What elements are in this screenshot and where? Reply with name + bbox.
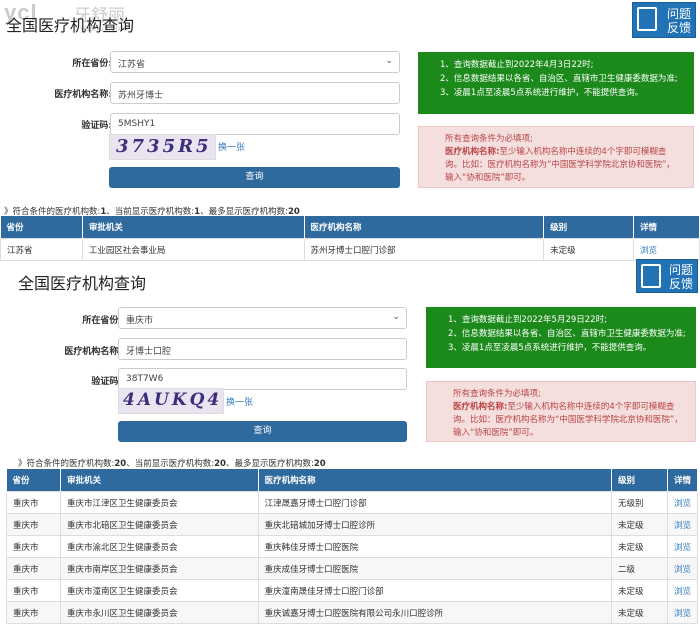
col-province: 省份 (0, 216, 83, 239)
province-select-2[interactable]: 重庆市 ⌄ (118, 307, 407, 329)
notice-pink-2: 所有查询条件为必填项; 医疗机构名称:至少输入机构名称中连续的4个字即可模糊查询… (426, 381, 696, 442)
cell-org-name: 江津晟嘉牙博士口腔门诊部 (257, 491, 613, 514)
table-row: 重庆市 重庆市北碚区卫生健康委员会 重庆北碚城加牙博士口腔诊所 未定级 浏览 (6, 513, 699, 536)
name-label: 医疗机构名称: (54, 90, 112, 100)
table-row: 重庆市 重庆市渝北区卫生健康委员会 重庆韩佳牙博士口腔医院 未定级 浏览 (6, 535, 699, 558)
cell-authority: 工业园区社会事业局 (81, 238, 305, 261)
col-detail: 详情 (633, 216, 700, 239)
captcha-input[interactable]: 5MSHY1 (110, 113, 400, 135)
feedback-label: 问题 反馈 (666, 7, 691, 35)
browse-link[interactable]: 浏览 (666, 535, 699, 558)
query-button-2[interactable]: 查询 (118, 421, 407, 442)
cell-province: 重庆市 (6, 513, 61, 536)
browse-link[interactable]: 浏览 (666, 601, 699, 624)
cell-level: 未定级 (611, 601, 668, 624)
col-level: 级别 (611, 469, 668, 492)
browse-link[interactable]: 浏览 (666, 557, 699, 580)
feedback-icon (637, 7, 657, 31)
notice-green: 1、查询数据截止到2022年4月3日22时; 2、信息数据结果以各省、自治区、直… (418, 52, 694, 114)
captcha-input-2[interactable]: 38T7W6 (118, 368, 407, 390)
feedback-icon (641, 264, 661, 288)
notice-green-2: 1、查询数据截止到2022年5月29日22时; 2、信息数据结果以各省、自治区、… (426, 307, 696, 368)
col-authority: 审批机关 (60, 469, 259, 492)
refresh-captcha-link[interactable]: 换一张 (218, 140, 245, 153)
captcha-image-2[interactable]: 4AUKQ4 (118, 388, 224, 414)
cell-org-name: 重庆韩佳牙博士口腔医院 (257, 535, 613, 558)
col-province: 省份 (6, 469, 61, 492)
cell-authority: 重庆市江津区卫生健康委员会 (59, 491, 259, 514)
name-label-2: 医疗机构名称: (64, 347, 122, 357)
cell-org-name: 重庆诚嘉牙博士口腔医院有限公司永川口腔诊所 (257, 601, 613, 624)
name-input-2[interactable]: 牙博士口腔 (118, 338, 407, 360)
province-select[interactable]: 江苏省 ⌄ (110, 51, 400, 73)
feedback-label-2: 问题 反馈 (668, 263, 693, 291)
cell-level: 未定级 (543, 238, 635, 261)
cell-level: 无级别 (611, 491, 668, 514)
table-row: 重庆市 重庆市永川区卫生健康委员会 重庆诚嘉牙博士口腔医院有限公司永川口腔诊所 … (6, 601, 699, 624)
col-org-name: 医疗机构名称 (304, 216, 545, 239)
chevron-down-icon: ⌄ (392, 312, 400, 322)
feedback-button[interactable]: 问题 反馈 (632, 2, 696, 38)
cell-province: 江苏省 (0, 238, 83, 261)
browse-link[interactable]: 浏览 (666, 579, 699, 602)
captcha-label-2: 验证码: (91, 377, 122, 387)
cell-province: 重庆市 (6, 557, 61, 580)
table-row: 重庆市 重庆市南岸区卫生健康委员会 重庆成佳牙博士口腔医院 二级 浏览 (6, 557, 699, 580)
cell-org-name: 重庆北碚城加牙博士口腔诊所 (257, 513, 613, 536)
notice-pink: 所有查询条件为必填项; 医疗机构名称:至少输入机构名称中连续的4个字即可模糊查询… (418, 126, 694, 188)
col-authority: 审批机关 (82, 216, 305, 239)
table-row: 重庆市 重庆市潼南区卫生健康委员会 重庆潼南晟佳牙博士口腔门诊部 未定级 浏览 (6, 579, 699, 602)
browse-link[interactable]: 浏览 (633, 238, 700, 261)
cell-province: 重庆市 (6, 579, 61, 602)
province-label: 所在省份: (72, 59, 112, 69)
cell-authority: 重庆市渝北区卫生健康委员会 (59, 535, 259, 558)
page-title: 全国医疗机构查询 (6, 16, 135, 35)
cell-authority: 重庆市永川区卫生健康委员会 (59, 601, 259, 624)
table-row: 重庆市 重庆市江津区卫生健康委员会 江津晟嘉牙博士口腔门诊部 无级别 浏览 (6, 491, 699, 514)
col-level: 级别 (543, 216, 635, 239)
chevron-down-icon: ⌄ (385, 56, 393, 66)
query-button[interactable]: 查询 (109, 167, 400, 188)
refresh-captcha-link-2[interactable]: 换一张 (226, 395, 253, 408)
table-row: 江苏省 工业园区社会事业局 苏州牙博士口腔门诊部 未定级 浏览 (0, 238, 700, 261)
table-header-2: 省份 审批机关 医疗机构名称 级别 详情 (6, 469, 699, 492)
province-label-2: 所在省份: (82, 316, 122, 326)
name-input[interactable]: 苏州牙博士 (110, 82, 400, 104)
browse-link[interactable]: 浏览 (666, 491, 699, 514)
cell-authority: 重庆市潼南区卫生健康委员会 (59, 579, 259, 602)
browse-link[interactable]: 浏览 (666, 513, 699, 536)
cell-province: 重庆市 (6, 601, 61, 624)
cell-org-name: 重庆潼南晟佳牙博士口腔门诊部 (257, 579, 613, 602)
col-org-name: 医疗机构名称 (258, 469, 613, 492)
cell-province: 重庆市 (6, 535, 61, 558)
results-table-2: 省份 审批机关 医疗机构名称 级别 详情 重庆市 重庆市江津区卫生健康委员会 江… (6, 469, 699, 624)
col-detail: 详情 (667, 469, 699, 492)
cell-level: 未定级 (611, 579, 668, 602)
cell-province: 重庆市 (6, 491, 61, 514)
table-header: 省份 审批机关 医疗机构名称 级别 详情 (0, 216, 700, 239)
result-summary-2: 》符合条件的医疗机构数:20、当前显示医疗机构数:20、最多显示医疗机构数:20 (18, 459, 326, 469)
cell-authority: 重庆市北碚区卫生健康委员会 (59, 513, 259, 536)
cell-level: 未定级 (611, 513, 668, 536)
feedback-button-2[interactable]: 问题 反馈 (636, 259, 698, 293)
cell-level: 二级 (611, 557, 668, 580)
page-title-2: 全国医疗机构查询 (18, 274, 147, 293)
results-table: 省份 审批机关 医疗机构名称 级别 详情 江苏省 工业园区社会事业局 苏州牙博士… (0, 216, 700, 261)
cell-org-name: 重庆成佳牙博士口腔医院 (257, 557, 613, 580)
captcha-label: 验证码: (81, 121, 112, 131)
cell-org-name: 苏州牙博士口腔门诊部 (303, 238, 545, 261)
cell-authority: 重庆市南岸区卫生健康委员会 (59, 557, 259, 580)
captcha-image[interactable]: 3735R5 (109, 134, 216, 160)
cell-level: 未定级 (611, 535, 668, 558)
